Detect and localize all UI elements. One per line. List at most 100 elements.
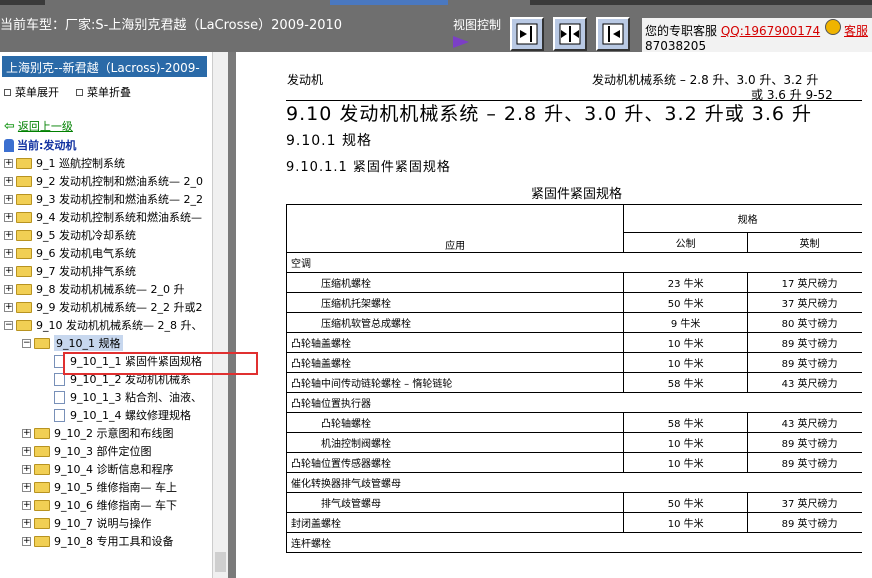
table-row: 空调 [286, 252, 872, 273]
qq-icon[interactable] [825, 19, 841, 35]
tree-node-9-10-7[interactable]: +9_10_7 说明与操作 [22, 514, 152, 532]
tree-node-9-10-5[interactable]: +9_10_5 维修指南— 车上 [22, 478, 177, 496]
sidebar-scrollbar[interactable] [212, 52, 228, 578]
tree-node-9-1[interactable]: +9_1 巡航控制系统 [4, 154, 125, 172]
expand-plus-icon[interactable]: + [4, 212, 13, 222]
application-cell: 排气歧管螺母 [285, 492, 625, 513]
tree-node-9-9[interactable]: +9_9 发动机机械系统— 2_2 升或2 [4, 298, 202, 316]
tree-node-9-5[interactable]: +9_5 发动机冷却系统 [4, 226, 136, 244]
table-row: 凸轮轴盖螺栓 10 牛米 89 英寸磅力 [285, 332, 872, 353]
english-cell: 43 英尺磅力 [747, 412, 872, 433]
expand-plus-icon[interactable]: + [4, 194, 13, 204]
service-link[interactable]: 客服 [844, 22, 868, 39]
top-strip [530, 0, 872, 5]
tree-node-9-10[interactable]: −9_10 发动机机械系统— 2_8 升、 [4, 316, 202, 334]
expand-plus-icon[interactable]: + [22, 446, 31, 456]
view-expand-left-button[interactable] [596, 17, 630, 51]
folder-icon [34, 481, 50, 493]
tree-node-9-4[interactable]: +9_4 发动机控制系统和燃油系统— [4, 208, 202, 226]
tree-node-9-10-8[interactable]: +9_10_8 专用工具和设备 [22, 532, 174, 550]
tree-node-9-10-3[interactable]: +9_10_3 部件定位图 [22, 442, 152, 460]
tree-node-9-6[interactable]: +9_6 发动机电气系统 [4, 244, 136, 262]
qq-link[interactable]: QQ:1967900174 [721, 24, 820, 38]
tree-node-9-10-1[interactable]: −9_10_1 规格 [22, 334, 123, 352]
english-cell: 17 英尺磅力 [747, 272, 872, 293]
expand-plus-icon[interactable]: + [4, 248, 13, 258]
tree-node-9-10-1-3[interactable]: 9_10_1_3 粘合剂、油液、 [54, 388, 202, 406]
expand-plus-icon[interactable]: + [4, 302, 13, 312]
view-expand-right-button[interactable] [510, 17, 544, 51]
folder-icon [16, 157, 32, 169]
metric-cell: 50 牛米 [623, 492, 749, 513]
metric-cell: 10 牛米 [623, 352, 749, 373]
folder-icon [16, 211, 32, 223]
document-icon [54, 408, 65, 422]
folder-icon [16, 301, 32, 313]
top-strip-accent [330, 0, 448, 5]
car-model-title: 当前车型：厂家:S-上海别克君越（LaCrosse）2009-2010 [0, 18, 343, 33]
person-icon [4, 138, 14, 152]
expand-plus-icon[interactable]: + [4, 176, 13, 186]
metric-cell: 10 牛米 [623, 512, 749, 533]
support-panel: 您的专职客服 QQ:1967900174 客服 87038205 [642, 18, 872, 53]
english-cell: 89 英寸磅力 [747, 332, 872, 353]
section-title: 9.10 发动机机械系统 – 2.8 升、3.0 升、3.2 升或 3.6 升 [286, 103, 812, 125]
document-pane: 发动机 发动机机械系统 – 2.8 升、3.0 升、3.2 升 或 3.6 升 … [236, 52, 872, 578]
tree-node-9-10-2[interactable]: +9_10_2 示意图和布线图 [22, 424, 174, 442]
english-cell: 80 英寸磅力 [747, 312, 872, 333]
expand-plus-icon[interactable]: + [22, 482, 31, 492]
tree-node-9-3[interactable]: +9_3 发动机控制和燃油系统— 2_2 [4, 190, 203, 208]
expand-plus-icon[interactable]: + [4, 230, 13, 240]
expand-plus-icon[interactable]: + [22, 500, 31, 510]
top-bar: 当前车型：厂家:S-上海别克君越（LaCrosse）2009-2010 视图控制… [0, 0, 872, 53]
current-label: 当前:发动机 [17, 139, 77, 152]
english-cell: 89 英寸磅力 [747, 512, 872, 533]
menu-expand-button[interactable]: 菜单展开 [4, 84, 59, 100]
col-application: 应用 [285, 204, 625, 253]
expand-plus-icon[interactable]: + [4, 284, 13, 294]
group-cell: 空调 [286, 252, 872, 273]
arrow-right-bar-icon [516, 23, 538, 45]
expand-plus-icon[interactable]: + [22, 536, 31, 546]
folder-icon [34, 445, 50, 457]
collapse-minus-icon[interactable]: − [22, 338, 31, 348]
table-row: 凸轮轴盖螺栓 10 牛米 89 英寸磅力 [285, 352, 872, 373]
tree-node-9-10-4[interactable]: +9_10_4 诊断信息和程序 [22, 460, 174, 478]
tree-node-9-7[interactable]: +9_7 发动机排气系统 [4, 262, 136, 280]
folder-open-icon [34, 337, 50, 349]
table-row: 凸轮轴螺栓 58 牛米 43 英尺磅力 [285, 412, 872, 433]
metric-cell: 50 牛米 [623, 292, 749, 313]
tree-node-9-8[interactable]: +9_8 发动机机械系统— 2_0 升 [4, 280, 184, 298]
folder-icon [16, 175, 32, 187]
tree-node-9-2[interactable]: +9_2 发动机控制和燃油系统— 2_0 [4, 172, 203, 190]
menu-collapse-button[interactable]: 菜单折叠 [76, 84, 131, 100]
table-caption: 紧固件紧固规格 [531, 187, 623, 202]
pane-divider[interactable] [228, 52, 236, 578]
application-cell: 压缩机软管总成螺栓 [285, 312, 625, 333]
back-link[interactable]: ⇦ 返回上一级 [4, 118, 73, 134]
col-metric: 公制 [623, 232, 749, 253]
fastener-spec-table: 应用 规格 公制 英制 空调 压缩机螺栓 23 牛米 17 英尺磅力 压缩机托架螺栓 50 牛… [285, 204, 872, 553]
folder-icon [34, 517, 50, 529]
table-row: 凸轮轴位置传感器螺栓 10 牛米 89 英寸磅力 [285, 452, 872, 473]
square-icon [76, 88, 83, 96]
collapse-minus-icon[interactable]: − [4, 320, 13, 330]
metric-cell: 58 牛米 [623, 412, 749, 433]
metric-cell: 58 牛米 [623, 372, 749, 393]
folder-open-icon [16, 319, 32, 331]
back-arrow-icon: ⇦ [4, 118, 15, 134]
menu-expand-label: 菜单展开 [15, 86, 59, 99]
scrollbar-thumb[interactable] [215, 552, 226, 572]
expand-plus-icon[interactable]: + [22, 518, 31, 528]
expand-plus-icon[interactable]: + [4, 266, 13, 276]
expand-plus-icon[interactable]: + [22, 428, 31, 438]
view-split-button[interactable] [553, 17, 587, 51]
english-cell: 37 英尺磅力 [747, 292, 872, 313]
tree-node-9-10-1-4[interactable]: 9_10_1_4 螺纹修理规格 [54, 406, 191, 424]
english-cell: 89 英寸磅力 [747, 452, 872, 473]
table-row: 凸轮轴中间传动链轮螺栓 – 惰轮链轮 58 牛米 43 英尺磅力 [285, 372, 872, 393]
expand-plus-icon[interactable]: + [4, 158, 13, 168]
expand-plus-icon[interactable]: + [22, 464, 31, 474]
document-scrollbar[interactable] [862, 52, 872, 578]
tree-node-9-10-6[interactable]: +9_10_6 维修指南— 车下 [22, 496, 177, 514]
